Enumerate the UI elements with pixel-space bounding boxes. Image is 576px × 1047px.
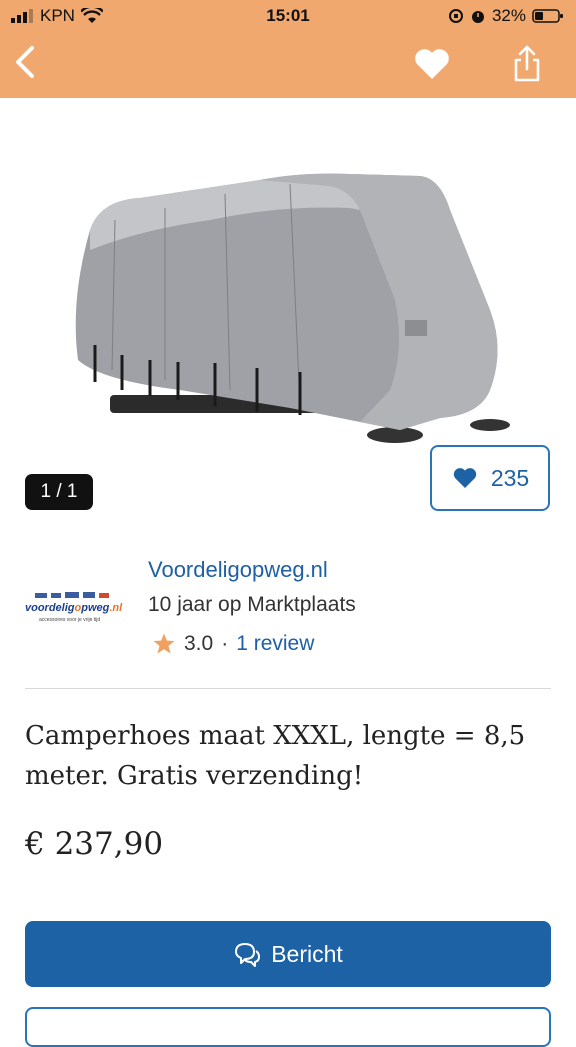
nav-bar: [0, 32, 576, 98]
battery-percent: 32%: [491, 6, 526, 25]
rating-separator: ·: [221, 632, 229, 655]
seller-logo[interactable]: voordeligopweg.nl accessoires voor je vr…: [25, 590, 125, 630]
alarm-icon: [471, 11, 484, 23]
star-icon: [153, 633, 175, 654]
status-bar: KPN 15:01 32%: [0, 0, 576, 32]
rating-value: 3.0: [184, 632, 214, 655]
status-right: 32%: [448, 6, 564, 26]
svg-text:voordeligopweg.nl: voordeligopweg.nl: [25, 602, 123, 614]
heart-icon: [453, 468, 477, 488]
seller-rating: 3.0 · 1 review: [152, 632, 314, 656]
seller-tenure: 10 jaar op Marktplaats: [148, 593, 356, 616]
favorites-button[interactable]: 235: [430, 445, 550, 511]
secondary-action-button[interactable]: [25, 1007, 551, 1047]
battery-icon: [532, 9, 563, 23]
divider: [25, 688, 551, 689]
share-button[interactable]: [505, 42, 549, 86]
orientation-lock-icon: [448, 9, 463, 23]
favorite-button[interactable]: [412, 46, 452, 82]
back-button[interactable]: [10, 42, 50, 82]
listing-price: € 237,90: [25, 826, 164, 862]
product-photo[interactable]: [60, 150, 520, 450]
seller-name-link[interactable]: Voordeligopweg.nl: [148, 557, 328, 583]
listing-title: Camperhoes maat XXXL, lengte = 8,5 meter…: [25, 721, 526, 791]
reviews-link[interactable]: 1 review: [236, 632, 314, 656]
favorites-count: 235: [490, 464, 530, 491]
image-counter: 1 / 1: [25, 474, 93, 510]
top-header: KPN 15:01 32%: [0, 0, 576, 98]
message-button[interactable]: Bericht: [25, 921, 551, 987]
svg-text:accessoires voor je vrije tijd: accessoires voor je vrije tijd: [39, 617, 100, 623]
message-label: Bericht: [271, 940, 343, 967]
chat-icon: [235, 943, 261, 967]
